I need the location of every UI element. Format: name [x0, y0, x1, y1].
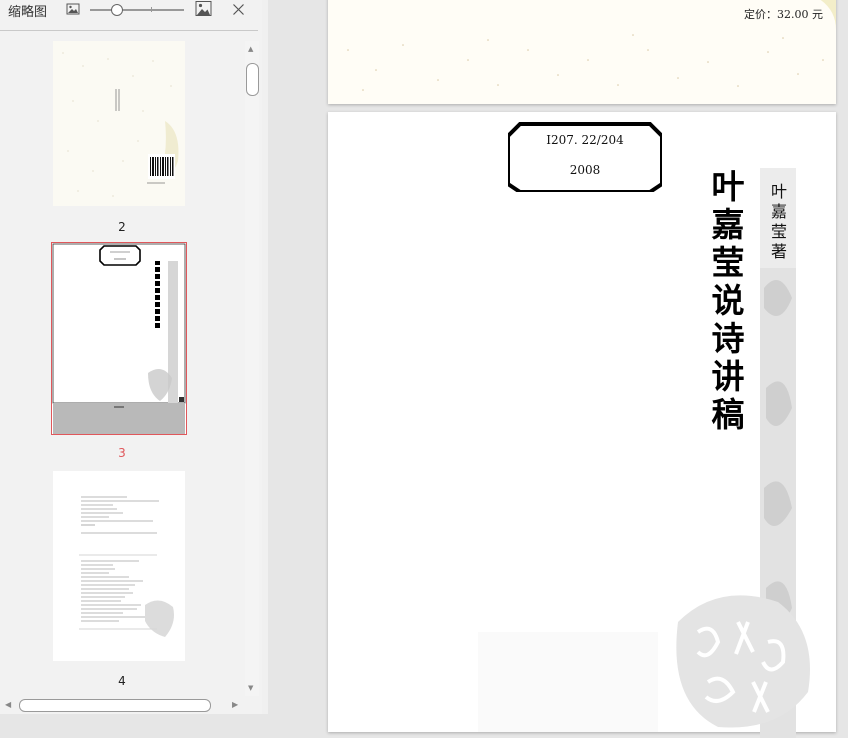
call-number-line-2: 2008 [569, 163, 601, 177]
thumbnail-number-active: 3 [118, 446, 126, 460]
thumbnail-number: 4 [118, 674, 126, 688]
thumbnail-horizontal-scrollbar[interactable]: ◀ ▶ [0, 697, 246, 714]
scroll-left-arrow-icon[interactable]: ◀ [5, 700, 11, 709]
thumbnail-toolbar: 缩略图 [0, 0, 262, 20]
thumbnail-page-3[interactable] [51, 242, 187, 435]
book-title: 叶嘉莹说诗讲稿 [711, 167, 745, 434]
thumbnail-vertical-scrollbar[interactable]: ▲ ▼ [244, 41, 260, 696]
back-cover-thumbnail-art [62, 52, 179, 197]
document-page-3: I207. 22/204 2008 叶嘉莹说诗讲稿 叶嘉莹 著 [328, 112, 836, 738]
document-page-2: 定价：32.00 元 [328, 0, 836, 104]
scroll-down-arrow-icon[interactable]: ▼ [248, 684, 253, 692]
image-large-icon[interactable] [195, 0, 212, 21]
seal-stamp-art [676, 595, 810, 728]
call-number-line-1: I207. 22/204 [546, 133, 624, 147]
thumbnail-list: 2 3 4 [0, 31, 244, 696]
thumbnail-number: 2 [118, 220, 126, 234]
document-viewport[interactable]: 定价：32.00 元 I207. 22/204 2008 叶嘉莹说诗讲稿 叶嘉莹… [268, 0, 848, 738]
image-small-icon[interactable] [66, 1, 80, 20]
faint-scan-area [478, 632, 658, 732]
thumbnail-panel: 缩略图 2 3 4 ▲ ▼ ◀ ▶ [0, 0, 262, 714]
close-icon[interactable] [232, 1, 245, 20]
scroll-up-arrow-icon[interactable]: ▲ [248, 45, 253, 53]
horizontal-scroll-thumb[interactable] [19, 699, 211, 712]
panel-title: 缩略图 [8, 5, 48, 20]
price-label: 定价：32.00 元 [744, 8, 823, 21]
zoom-slider-knob[interactable] [111, 4, 123, 16]
thumbnail-zoom-slider[interactable] [90, 4, 184, 16]
thumbnail-page-2[interactable] [53, 41, 185, 206]
thumbnail-page-4[interactable] [53, 471, 185, 661]
scroll-right-arrow-icon[interactable]: ▶ [232, 700, 238, 709]
copyright-page-thumbnail-art [79, 496, 174, 637]
vertical-scroll-thumb[interactable] [246, 63, 259, 96]
title-page-thumbnail-art [52, 243, 186, 434]
author-name: 叶嘉莹 著 [770, 182, 787, 261]
